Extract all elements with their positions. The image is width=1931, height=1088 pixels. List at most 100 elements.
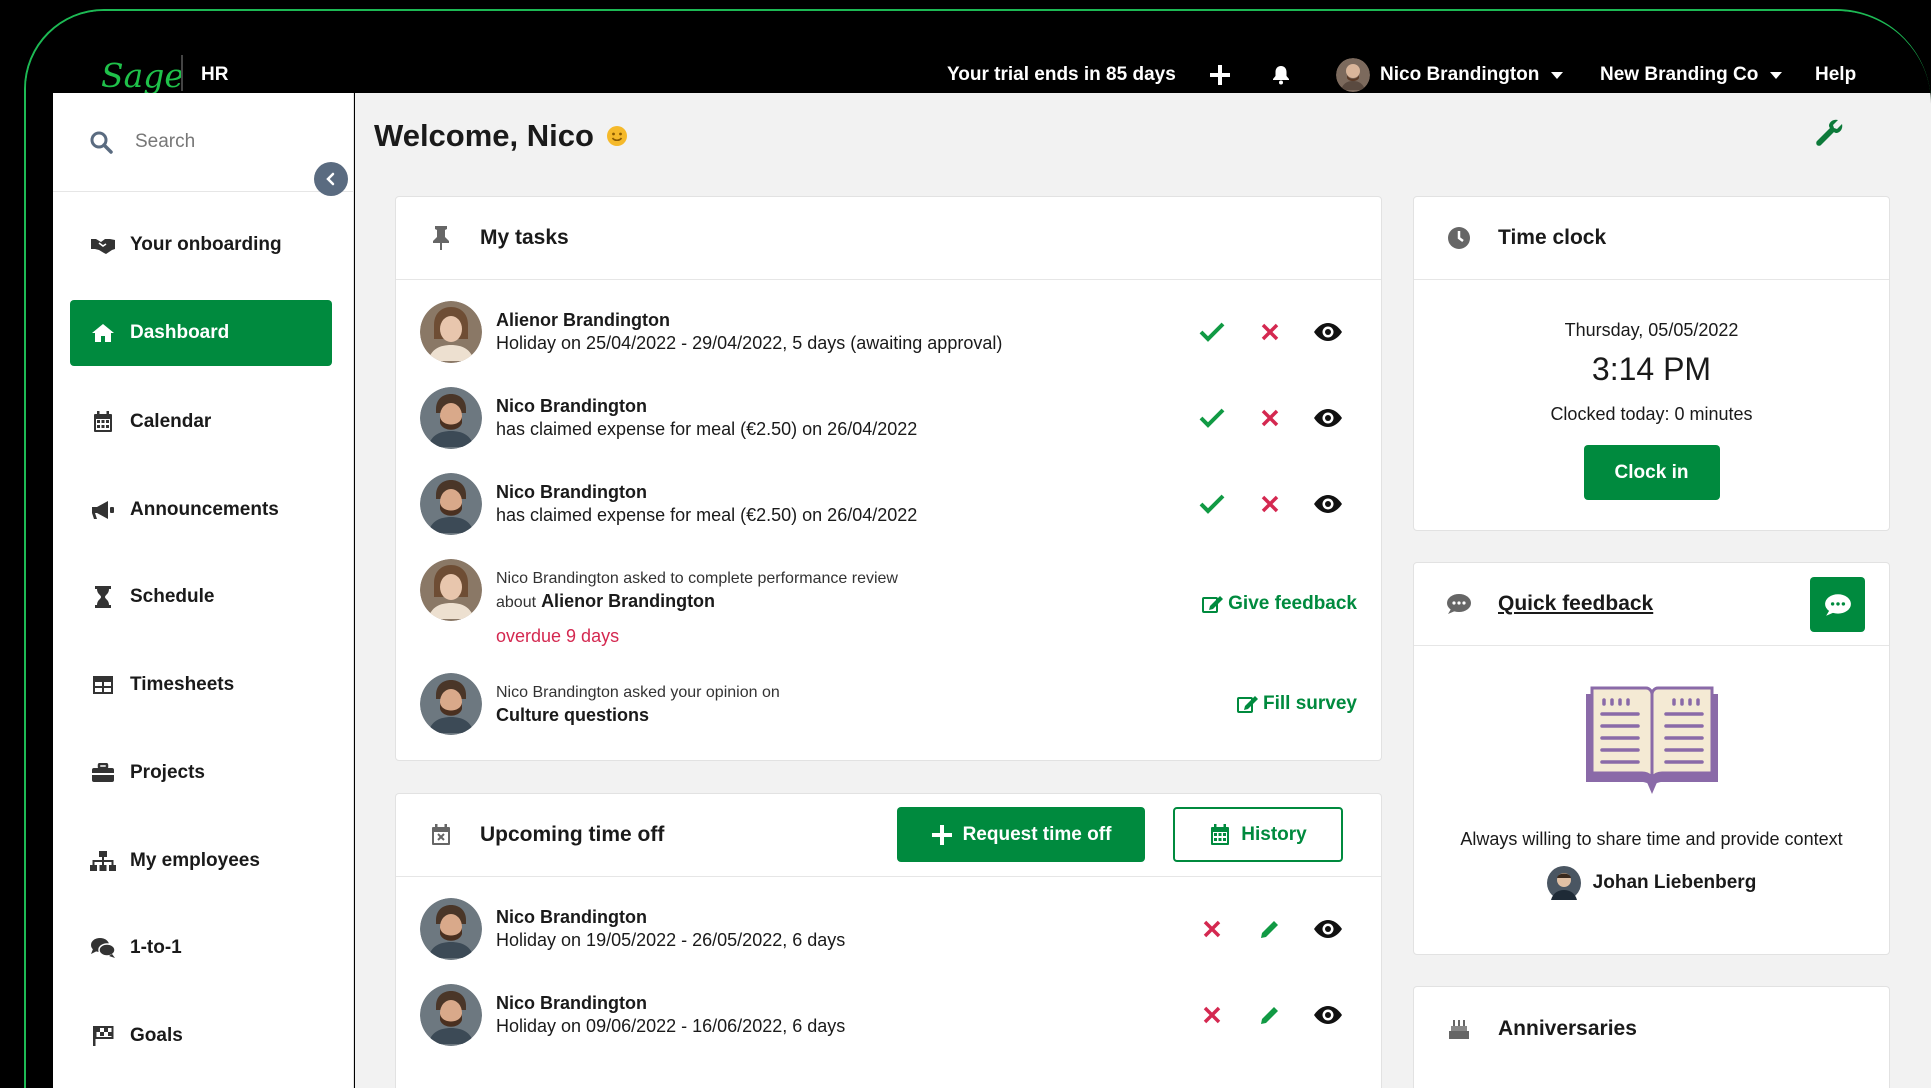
clock-icon <box>1442 226 1476 250</box>
overdue-badge: overdue 9 days <box>496 626 620 646</box>
approve-button[interactable] <box>1183 494 1241 514</box>
fill-survey-link[interactable]: Fill survey <box>1237 693 1357 715</box>
avatar <box>1546 866 1581 900</box>
search-input[interactable] <box>135 131 335 153</box>
quick-feedback-link[interactable]: Quick feedback <box>1498 592 1653 616</box>
cancel-button[interactable] <box>1183 920 1241 938</box>
comment-icon <box>1442 593 1476 615</box>
button-label: Request time off <box>962 823 1112 845</box>
cancel-button[interactable] <box>1183 1006 1241 1024</box>
sage-logo[interactable]: Sage <box>101 55 184 95</box>
card-title: Anniversaries <box>1498 1016 1637 1040</box>
time-off-detail: Holiday on 09/06/2022 - 16/06/2022, 6 da… <box>496 1016 846 1036</box>
quick-feedback-card: Quick feedback Always willing to share t… <box>1413 562 1890 955</box>
view-button[interactable] <box>1299 408 1357 428</box>
briefcase-icon <box>86 763 120 783</box>
view-button[interactable] <box>1299 322 1357 342</box>
eye-icon <box>1314 920 1342 938</box>
company-menu[interactable]: New Branding Co <box>1600 55 1783 95</box>
reject-button[interactable] <box>1241 495 1299 513</box>
check-icon <box>1199 322 1225 342</box>
user-menu[interactable]: Nico Brandington <box>1336 55 1564 95</box>
flag-icon <box>86 1025 120 1047</box>
time-off-row: Nico Brandington Holiday on 09/06/2022 -… <box>420 984 1357 1046</box>
avatar <box>420 559 482 621</box>
company-name: New Branding Co <box>1600 64 1759 85</box>
help-link[interactable]: Help <box>1815 55 1856 95</box>
calendar-x-icon <box>424 824 458 846</box>
send-feedback-button[interactable] <box>1810 577 1865 632</box>
close-icon <box>1203 1006 1221 1024</box>
logo-divider <box>181 55 183 91</box>
eye-icon <box>1314 323 1342 341</box>
task-text: Nico Brandington has claimed expense for… <box>496 481 917 527</box>
edit-button[interactable] <box>1241 918 1299 940</box>
sidebar-item-timesheets[interactable]: Timesheets <box>70 652 332 718</box>
person-name: Johan Liebenberg <box>1592 872 1757 893</box>
collapse-sidebar-button[interactable] <box>314 162 348 196</box>
give-feedback-link[interactable]: Give feedback <box>1202 593 1357 615</box>
sidebar-item-label: Schedule <box>130 586 215 607</box>
chevron-down-icon <box>1770 71 1783 79</box>
megaphone-icon <box>86 499 120 521</box>
bell-icon[interactable] <box>1272 55 1290 95</box>
sidebar-item-projects[interactable]: Projects <box>70 740 332 806</box>
sidebar-item-dashboard[interactable]: Dashboard <box>70 300 332 366</box>
view-button[interactable] <box>1299 1005 1357 1025</box>
pin-icon <box>424 225 458 251</box>
approve-button[interactable] <box>1183 322 1241 342</box>
edit-icon <box>1202 596 1224 613</box>
open-book-icon <box>1585 686 1718 794</box>
history-button[interactable]: History <box>1173 807 1343 862</box>
user-avatar <box>1336 58 1370 92</box>
sidebar-item-goals[interactable]: Goals <box>70 1003 332 1069</box>
sidebar-item-my-employees[interactable]: My employees <box>70 828 332 894</box>
request-time-off-button[interactable]: Request time off <box>897 807 1145 862</box>
review-about-label: about <box>496 594 537 611</box>
time-off-detail: Holiday on 19/05/2022 - 26/05/2022, 6 da… <box>496 930 846 950</box>
welcome-text: Welcome, Nico <box>374 118 594 153</box>
pencil-icon <box>1261 1007 1278 1024</box>
close-icon <box>1203 920 1221 938</box>
avatar <box>420 984 482 1046</box>
time-off-card: Upcoming time off Request time off Histo… <box>395 793 1382 1088</box>
survey-name: Culture questions <box>496 705 650 725</box>
reject-button[interactable] <box>1241 409 1299 427</box>
view-button[interactable] <box>1299 494 1357 514</box>
task-actions <box>1183 494 1357 514</box>
feedback-person: Johan Liebenberg <box>1414 866 1889 900</box>
view-button[interactable] <box>1299 919 1357 939</box>
add-icon[interactable] <box>1209 55 1231 95</box>
sidebar-item-label: 1-to-1 <box>130 937 182 958</box>
sidebar-item-onboarding[interactable]: Your onboarding <box>70 212 332 278</box>
time-off-text: Nico Brandington Holiday on 09/06/2022 -… <box>496 992 845 1038</box>
search-bar <box>53 93 353 192</box>
sidebar-item-label: Dashboard <box>130 322 230 343</box>
sidebar-item-announcements[interactable]: Announcements <box>70 477 332 543</box>
time-clock-card: Time clock Thursday, 05/05/2022 3:14 PM … <box>1413 196 1890 531</box>
top-bar: Sage HR Your trial ends in 85 days Nico … <box>26 11 1931 95</box>
time-off-actions <box>1183 918 1357 940</box>
wrench-icon[interactable] <box>1815 118 1845 153</box>
current-time: 3:14 PM <box>1591 351 1712 387</box>
sidebar-item-calendar[interactable]: Calendar <box>70 389 332 455</box>
edit-button[interactable] <box>1241 1004 1299 1026</box>
task-text: Nico Brandington has claimed expense for… <box>496 395 917 441</box>
sidebar-item-1-to-1[interactable]: 1-to-1 <box>70 915 332 981</box>
time-off-person: Nico Brandington <box>496 907 647 927</box>
task-detail: Holiday on 25/04/2022 - 29/04/2022, 5 da… <box>496 333 1003 353</box>
approve-button[interactable] <box>1183 408 1241 428</box>
task-text: Nico Brandington asked your opinion on C… <box>496 681 780 727</box>
reject-button[interactable] <box>1241 323 1299 341</box>
anniversaries-header: Anniversaries <box>1414 987 1889 1070</box>
sidebar-item-schedule[interactable]: Schedule <box>70 564 332 630</box>
task-detail: has claimed expense for meal (€2.50) on … <box>496 505 918 525</box>
time-off-header: Upcoming time off Request time off Histo… <box>396 794 1381 877</box>
survey-request-text: Nico Brandington asked your opinion on <box>496 684 780 701</box>
calendar-icon <box>1211 823 1230 845</box>
card-title: Time clock <box>1498 226 1607 249</box>
clock-in-button[interactable]: Clock in <box>1583 445 1720 500</box>
app-name: HR <box>201 64 229 85</box>
card-title: My tasks <box>480 226 569 249</box>
anniversaries-card: Anniversaries <box>1413 986 1890 1088</box>
